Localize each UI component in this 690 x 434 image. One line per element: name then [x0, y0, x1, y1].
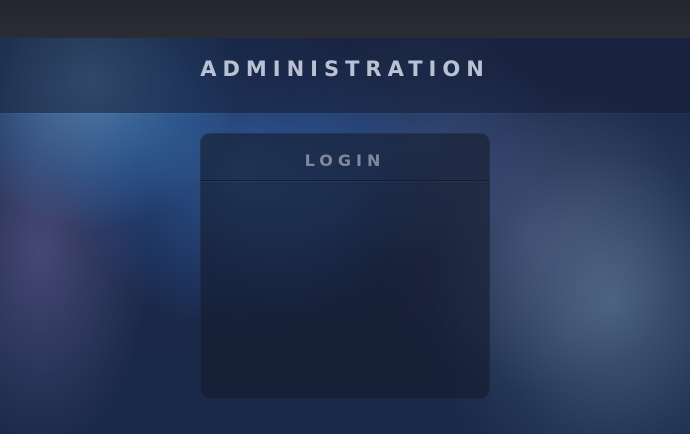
top-bar: [0, 0, 690, 38]
login-panel-title: LOGIN: [304, 151, 386, 170]
page-title: ADMINISTRATION: [200, 57, 490, 81]
page-background: ADMINISTRATION LOGIN: [0, 0, 690, 434]
login-panel: LOGIN: [200, 133, 490, 399]
login-panel-divider: [200, 180, 490, 181]
